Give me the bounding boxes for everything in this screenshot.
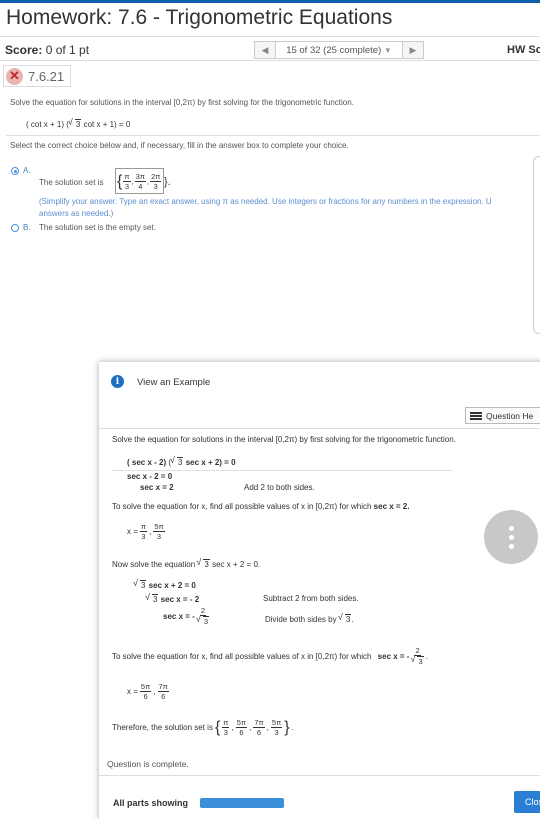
option-a-letter: A.: [23, 166, 31, 175]
question-help-button[interactable]: Question He: [465, 407, 540, 424]
next-question-button[interactable]: ▶: [402, 41, 424, 59]
solve-line-c: To solve the equation for x, find all po…: [112, 646, 428, 666]
question-select[interactable]: 15 of 32 (25 complete) ▼: [276, 41, 402, 59]
dot-icon: [508, 543, 514, 549]
example-title: View an Example: [137, 377, 211, 388]
question-help-label: Question He: [486, 410, 534, 421]
answer-fraction-3: 2π 3: [150, 172, 162, 191]
hw-score-label: HW Sco: [507, 44, 540, 56]
question-number-tag: ✕ 7.6.21: [3, 65, 71, 87]
divider: [6, 135, 540, 136]
example-footer: All parts showing Clos: [99, 775, 540, 819]
step-5: sec x = - 23: [163, 606, 209, 626]
option-b-text: The solution set is the empty set.: [39, 223, 156, 232]
question-number: 7.6.21: [28, 68, 65, 84]
option-b-letter: B.: [23, 223, 31, 232]
answer-box[interactable]: { π3, 3π 4, 2π 3: [115, 168, 164, 194]
answer-open-brace: {: [117, 172, 123, 190]
score-value: 0 of 1 pt: [42, 43, 90, 57]
question-prompt: Solve the equation for solutions in the …: [10, 98, 354, 107]
parts-progress-bar: [200, 798, 284, 808]
solve-line-a: To solve the equation for x, find all po…: [112, 502, 410, 511]
completion-text: Question is complete.: [107, 759, 189, 769]
step-2-note: Add 2 to both sides.: [244, 483, 315, 492]
hint-line-1: (Simplify your answer. Type an exact ans…: [39, 197, 492, 206]
score-label: Score:: [5, 43, 43, 57]
step-2: sec x = 2: [140, 483, 174, 492]
instruction-text: Select the correct choice below and, if …: [10, 141, 349, 150]
example-equation: ( sec x - 2) (3 sec x + 2) = 0: [127, 456, 236, 467]
more-options-button[interactable]: [484, 510, 538, 564]
chevron-left-icon: ◀: [261, 44, 269, 55]
option-b-radio[interactable]: [11, 224, 19, 232]
step-4-note: Subtract 2 from both sides.: [263, 594, 359, 603]
caret-down-icon: ▼: [383, 45, 392, 55]
final-solution-set: Therefore, the solution set is { π3, 5π 6…: [112, 718, 294, 737]
solution-x1: x = π3, 5π 3: [127, 522, 165, 541]
step-5-note: Divide both sides by 3.: [265, 613, 354, 624]
progress-fill: [200, 798, 284, 808]
equation-part-1: ( cot x + 1): [26, 120, 65, 129]
step-3: 3 sec x + 2 = 0: [132, 579, 195, 590]
option-a-radio[interactable]: [11, 167, 19, 175]
example-panel: i View an Example Question He Solve the …: [99, 362, 540, 819]
example-equation-underline: [112, 470, 452, 471]
question-equation: ( cot x + 1) (3 cot x + 1) = 0: [26, 118, 131, 129]
solution-x2: x = 5π 6, 7π 6: [127, 682, 169, 701]
list-icon: [470, 411, 482, 420]
info-icon: i: [111, 375, 124, 388]
example-divider: [99, 428, 540, 429]
score-bar: Score: 0 of 1 pt ◀ 15 of 32 (25 complete…: [0, 36, 540, 61]
parts-label: All parts showing: [113, 798, 189, 808]
equation-part-2: cot x + 1) = 0: [81, 120, 131, 129]
top-accent-bar: [0, 0, 540, 3]
x-icon: ✕: [6, 67, 23, 85]
question-pager: ◀ 15 of 32 (25 complete) ▼ ▶: [254, 41, 424, 59]
prev-question-button[interactable]: ◀: [254, 41, 276, 59]
option-a-text: The solution set is: [39, 178, 104, 187]
answer-fraction-1: π3: [123, 172, 131, 191]
example-prompt: Solve the equation for solutions in the …: [112, 435, 456, 444]
dot-icon: [508, 534, 514, 540]
pager-text: 15 of 32 (25 complete): [286, 44, 382, 56]
dot-icon: [508, 525, 514, 531]
score-text: Score: 0 of 1 pt: [5, 43, 89, 57]
answer-fraction-2: 3π 4: [134, 172, 146, 191]
page-title: Homework: 7.6 - Trigonometric Equations: [6, 6, 393, 29]
step-4: 3 sec x = - 2: [144, 593, 199, 604]
close-button[interactable]: Clos: [514, 791, 540, 813]
side-panel-edge: [533, 156, 540, 334]
step-1: sec x - 2 = 0: [127, 472, 173, 481]
hint-line-2: answers as needed.): [39, 209, 114, 218]
answer-close-brace: }.: [164, 176, 171, 188]
chevron-right-icon: ▶: [409, 44, 417, 55]
equation-sqrt: 3: [67, 118, 82, 129]
solve-line-b: Now solve the equation 3 sec x + 2 = 0.: [112, 558, 260, 569]
